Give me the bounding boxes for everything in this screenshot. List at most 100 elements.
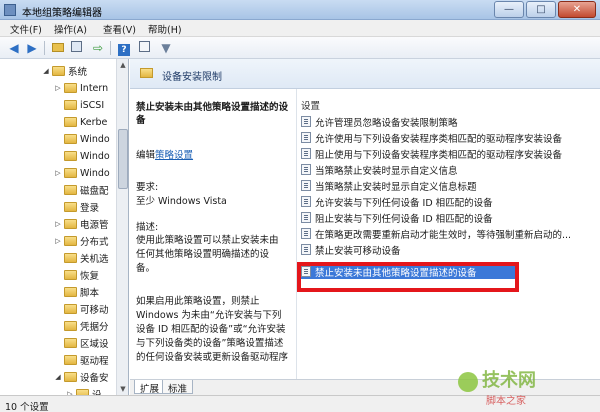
folder-icon xyxy=(64,151,77,161)
folder-icon xyxy=(64,253,77,263)
tree-item[interactable]: ▷ 电源管 xyxy=(54,216,109,232)
properties-icon[interactable] xyxy=(136,40,152,56)
settings-column-header[interactable]: 设置 xyxy=(301,98,320,112)
requirements-label: 要求: xyxy=(136,182,159,193)
list-item[interactable]: 允许安装与下列任何设备 ID 相匹配的设备 xyxy=(301,194,597,209)
folder-icon xyxy=(64,287,77,297)
close-button[interactable]: ✕ xyxy=(558,1,596,18)
folder-icon xyxy=(64,338,77,348)
tree-item[interactable]: 凭据分 xyxy=(54,318,109,334)
title-bar: 本地组策略编辑器 — □ ✕ xyxy=(0,0,600,20)
folder-icon xyxy=(64,100,77,110)
collapsed-arrow-icon[interactable]: ▷ xyxy=(54,237,62,245)
watermark-subtext: 脚本之家 xyxy=(486,396,526,407)
policy-setting-icon xyxy=(301,148,311,159)
folder-icon xyxy=(52,66,65,76)
folder-icon xyxy=(64,321,77,331)
toolbar: ◀ ▶ ⇨ ? ▼ xyxy=(0,37,600,59)
policy-setting-icon xyxy=(301,132,311,143)
toolbar-separator xyxy=(110,41,111,55)
menu-help[interactable]: 帮助(H) xyxy=(146,22,184,36)
content-header: 设备安装限制 xyxy=(130,59,600,89)
tree-item[interactable]: 关机选 xyxy=(54,250,109,266)
tree-item[interactable]: 可移动 xyxy=(54,301,109,317)
export-icon[interactable]: ⇨ xyxy=(90,40,106,56)
app-icon xyxy=(4,4,16,16)
folder-icon xyxy=(64,202,77,212)
policy-setting-icon xyxy=(301,228,311,239)
show-hide-tree-icon[interactable] xyxy=(68,40,84,56)
scroll-up-icon[interactable]: ▲ xyxy=(117,59,128,71)
minimize-button[interactable]: — xyxy=(494,1,524,18)
list-item[interactable]: 当策略禁止安装时显示自定义信息 xyxy=(301,162,597,177)
edit-policy-link[interactable]: 策略设置 xyxy=(155,150,193,161)
tab-extended[interactable]: 扩展 xyxy=(134,380,166,395)
tree-scrollbar[interactable]: ▲ ▼ xyxy=(116,59,128,395)
tree-item[interactable]: 区域设 xyxy=(54,335,109,351)
tree-item-system[interactable]: ◢ 系统 xyxy=(42,63,87,79)
menu-action[interactable]: 操作(A) xyxy=(52,22,89,36)
requirements-value: 至少 Windows Vista xyxy=(136,196,227,207)
collapsed-arrow-icon[interactable]: ▷ xyxy=(54,169,62,177)
folder-icon xyxy=(64,219,77,229)
edit-policy-line: 编辑策略设置 xyxy=(136,150,194,161)
watermark-text: 技术网 xyxy=(482,370,536,391)
forward-arrow-icon[interactable]: ▶ xyxy=(24,40,40,56)
collapsed-arrow-icon[interactable]: ▷ xyxy=(54,84,62,92)
folder-icon xyxy=(140,68,153,78)
tree-item-device-install[interactable]: ◢ 设备安 xyxy=(54,369,109,385)
folder-icon xyxy=(64,185,77,195)
description-text-detail: 如果启用此策略设置，则禁止 Windows 为未由“允许安装与下列设备 ID 相… xyxy=(136,296,289,363)
toolbar-separator xyxy=(44,41,45,55)
expand-arrow-icon[interactable]: ◢ xyxy=(54,373,62,381)
tree-item[interactable]: ▷ Intern xyxy=(54,80,108,96)
tree-item[interactable]: ▷设 xyxy=(66,386,102,395)
back-arrow-icon[interactable]: ◀ xyxy=(6,40,22,56)
tree-item[interactable]: Windo xyxy=(54,131,110,147)
folder-up-icon[interactable] xyxy=(50,40,66,56)
expand-arrow-icon[interactable]: ◢ xyxy=(42,67,50,75)
tree-item[interactable]: Windo xyxy=(54,148,110,164)
list-item[interactable]: 允许管理员忽略设备安装限制策略 xyxy=(301,114,597,129)
description-heading: 描述: xyxy=(136,222,159,233)
help-icon[interactable]: ? xyxy=(116,40,132,56)
tree-item[interactable]: Kerbe xyxy=(54,114,107,130)
tree-item[interactable]: 驱动程 xyxy=(54,352,109,368)
policy-setting-icon xyxy=(301,244,311,255)
menu-bar: 文件(F) 操作(A) 查看(V) 帮助(H) xyxy=(0,20,600,37)
scroll-down-icon[interactable]: ▼ xyxy=(117,383,128,395)
tab-standard[interactable]: 标准 xyxy=(162,380,194,395)
content-title: 设备安装限制 xyxy=(162,72,222,83)
list-item[interactable]: 在策略更改需要重新启动才能生效时，等待强制重新启动的... xyxy=(301,226,597,241)
list-item[interactable]: 阻止使用与下列设备安装程序类相匹配的驱动程序安装设备 xyxy=(301,146,597,161)
tree-item[interactable]: 脚本 xyxy=(54,284,99,300)
folder-icon xyxy=(64,355,77,365)
tree-item[interactable]: ▷ Windo xyxy=(54,165,109,181)
menu-view[interactable]: 查看(V) xyxy=(101,22,138,36)
folder-icon xyxy=(64,372,77,382)
list-item[interactable]: 阻止安装与下列任何设备 ID 相匹配的设备 xyxy=(301,210,597,225)
policy-setting-icon xyxy=(301,116,311,127)
tree-item[interactable]: iSCSI xyxy=(54,97,104,113)
filter-icon[interactable]: ▼ xyxy=(158,40,174,56)
folder-icon xyxy=(64,270,77,280)
tree-item[interactable]: 恢复 xyxy=(54,267,99,283)
tree-item[interactable]: 登录 xyxy=(54,199,99,215)
folder-icon xyxy=(64,304,77,314)
tree-item[interactable]: ▷ 分布式 xyxy=(54,233,109,249)
menu-file[interactable]: 文件(F) xyxy=(8,22,44,36)
policy-setting-icon xyxy=(301,164,311,175)
tree-item[interactable]: 磁盘配 xyxy=(54,182,109,198)
collapsed-arrow-icon[interactable]: ▷ xyxy=(54,220,62,228)
window-title: 本地组策略编辑器 xyxy=(22,8,102,19)
highlight-annotation xyxy=(297,262,519,292)
list-item[interactable]: 当策略禁止安装时显示自定义信息标题 xyxy=(301,178,597,193)
list-item[interactable]: 禁止安装可移动设备 xyxy=(301,242,597,257)
folder-icon xyxy=(64,236,77,246)
folder-icon xyxy=(64,168,77,178)
policy-setting-icon xyxy=(301,196,311,207)
scroll-thumb[interactable] xyxy=(118,129,128,189)
maximize-button[interactable]: □ xyxy=(526,1,556,18)
list-item[interactable]: 允许使用与下列设备安装程序类相匹配的驱动程序安装设备 xyxy=(301,130,597,145)
folder-icon xyxy=(64,83,77,93)
